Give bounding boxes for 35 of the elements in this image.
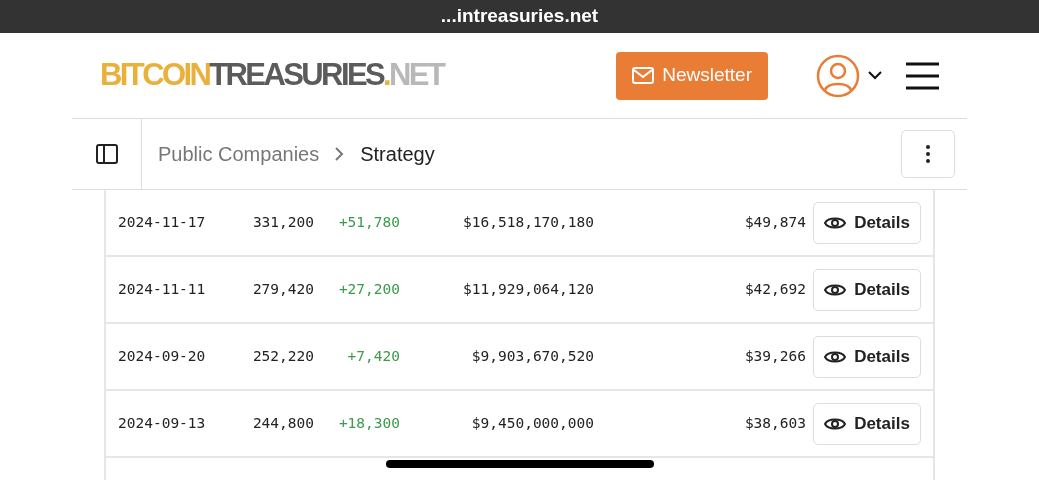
table-cell-text: $49,874 (743, 212, 806, 232)
details-button[interactable]: Details (813, 335, 921, 378)
table-cell-text: 2024-11-11 (118, 279, 207, 299)
menu-icon[interactable] (906, 61, 939, 90)
table-cell-text: $39,266 (743, 346, 806, 366)
details-button[interactable]: Details (813, 268, 921, 311)
table-cell-text: $9,903,670,520 (470, 346, 594, 366)
chevron-down-icon[interactable] (868, 71, 882, 80)
table-cell-text: +27,200 (337, 279, 400, 299)
user-avatar-icon[interactable] (816, 53, 860, 98)
table-cell-text: $38,603 (743, 413, 806, 433)
details-button[interactable]: Details (813, 402, 921, 445)
table-cell-text: +7,420 (346, 346, 400, 366)
envelope-icon (632, 67, 655, 84)
table-cell-text: 244,800 (251, 413, 314, 433)
chevron-right-icon (335, 147, 345, 161)
table-cell-text: 252,220 (251, 346, 314, 366)
table-cell-text: $42,692 (743, 279, 806, 299)
table-cell-text: 2024-09-20 (118, 346, 207, 366)
site-logo[interactable]: BITCOINTREASURIES.NET (100, 52, 444, 99)
url-text: ...intreasuries.net (440, 4, 599, 29)
breadcrumb-link[interactable]: Public Companies (158, 139, 320, 169)
table-cell-text: 2024-09-13 (118, 413, 207, 433)
table-cell-text: $11,929,064,120 (462, 279, 594, 299)
table-cell-text: +51,780 (337, 212, 400, 232)
table-cell-text: 279,420 (251, 279, 314, 299)
kebab-icon (926, 145, 930, 163)
breadcrumb-current: Strategy (360, 142, 435, 167)
table-cell-text: 2024-11-17 (118, 212, 207, 232)
details-button[interactable]: Details (813, 201, 921, 244)
table-cell-text: $16,518,170,180 (462, 212, 594, 232)
table-cell-text: $9,450,000,000 (470, 413, 594, 433)
sidebar-toggle-icon[interactable] (95, 144, 118, 164)
table-cell-text: 331,200 (251, 212, 314, 232)
table-cell-text: +18,300 (337, 413, 400, 433)
